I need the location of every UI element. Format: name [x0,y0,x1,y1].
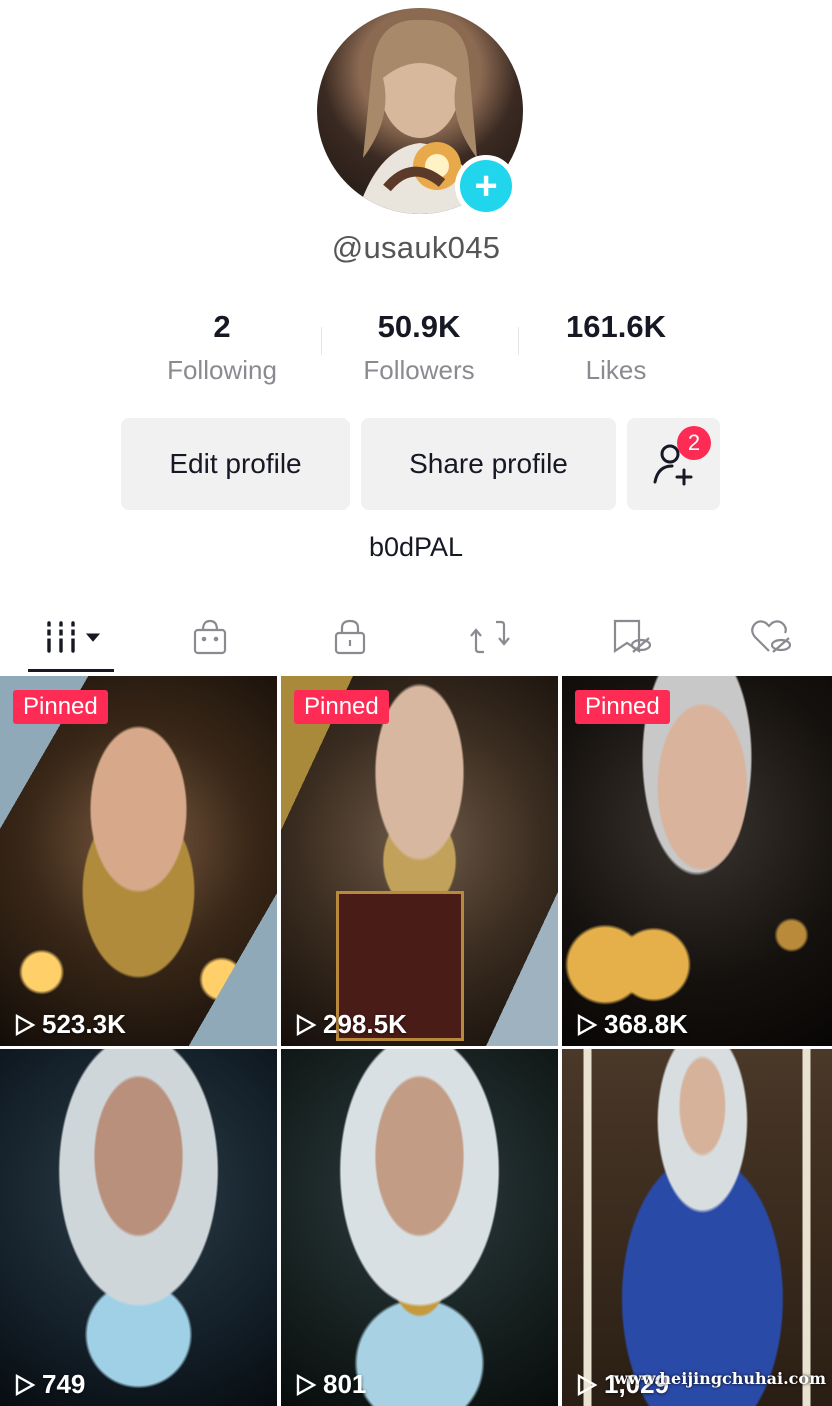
watermark: www.heijingchuhai.com [614,1369,826,1388]
play-icon [577,1373,598,1396]
thumbnail-image [281,1049,558,1406]
thumbnail-image [562,1049,832,1406]
notification-badge: 2 [677,426,711,460]
view-count: 298.5K [295,1009,407,1040]
edit-profile-button[interactable]: Edit profile [121,418,350,510]
thumbnail-image [0,676,277,1046]
view-count-text: 523.3K [42,1009,126,1039]
video-thumbnail[interactable]: Pinned 298.5K [281,676,558,1046]
followers-label: Followers [363,355,475,385]
add-follow-button[interactable]: + [455,155,517,217]
view-count: 749 [14,1369,85,1400]
following-label: Following [167,355,277,385]
stat-likes[interactable]: 161.6K Likes [516,305,716,386]
profile-avatar[interactable]: + [317,8,523,217]
tab-favorites[interactable] [586,600,676,674]
video-thumbnail[interactable]: Pinned 368.8K [562,676,832,1046]
private-lock-icon [334,619,366,655]
favorites-hidden-icon [613,619,652,654]
stat-following[interactable]: 2 Following [122,305,322,386]
shop-bag-icon [193,619,227,655]
grid-videos-icon [43,621,101,653]
view-count: 523.3K [14,1009,126,1040]
tab-shop[interactable] [165,600,255,674]
content-tabs [0,600,832,674]
play-icon [296,1373,317,1396]
username: @usauk045 [331,230,501,265]
stat-followers[interactable]: 50.9K Followers [319,305,519,386]
share-profile-button[interactable]: Share profile [361,418,616,510]
play-icon [577,1013,598,1036]
liked-hidden-icon [751,620,792,653]
tab-private[interactable] [305,600,395,674]
view-count: 801 [295,1369,366,1400]
active-tab-indicator [28,669,114,672]
play-icon [15,1013,36,1036]
tab-reposts[interactable] [445,600,535,674]
pinned-badge: Pinned [575,690,670,724]
add-friends-button[interactable]: 2 [627,418,720,510]
followers-count: 50.9K [377,309,461,344]
view-count-text: 298.5K [323,1009,407,1039]
video-grid: Pinned 523.3K Pinned 298.5K Pinned 368.8… [0,676,832,1406]
profile-stats: 2 Following 50.9K Followers 161.6K Likes [0,305,832,395]
video-thumbnail[interactable]: 749 [0,1049,277,1406]
thumbnail-image [0,1049,277,1406]
play-icon [15,1373,36,1396]
view-count-text: 749 [42,1369,86,1399]
pinned-badge: Pinned [294,690,389,724]
video-thumbnail[interactable]: 801 [281,1049,558,1406]
view-count: 368.8K [576,1009,688,1040]
play-icon [296,1013,317,1036]
likes-count: 161.6K [566,309,666,344]
thumbnail-image [562,676,832,1046]
view-count-text: 368.8K [604,1009,688,1039]
profile-bio: b0dPAL [368,532,464,562]
following-count: 2 [213,309,231,344]
likes-label: Likes [585,355,647,385]
plus-icon: + [474,164,498,208]
repost-icon [470,620,510,654]
tab-liked[interactable] [726,600,816,674]
view-count-text: 801 [323,1369,367,1399]
video-thumbnail[interactable]: Pinned 523.3K [0,676,277,1046]
tab-videos[interactable] [28,600,118,674]
pinned-badge: Pinned [13,690,108,724]
video-thumbnail[interactable]: 1,029 www.heijingchuhai.com [562,1049,832,1406]
